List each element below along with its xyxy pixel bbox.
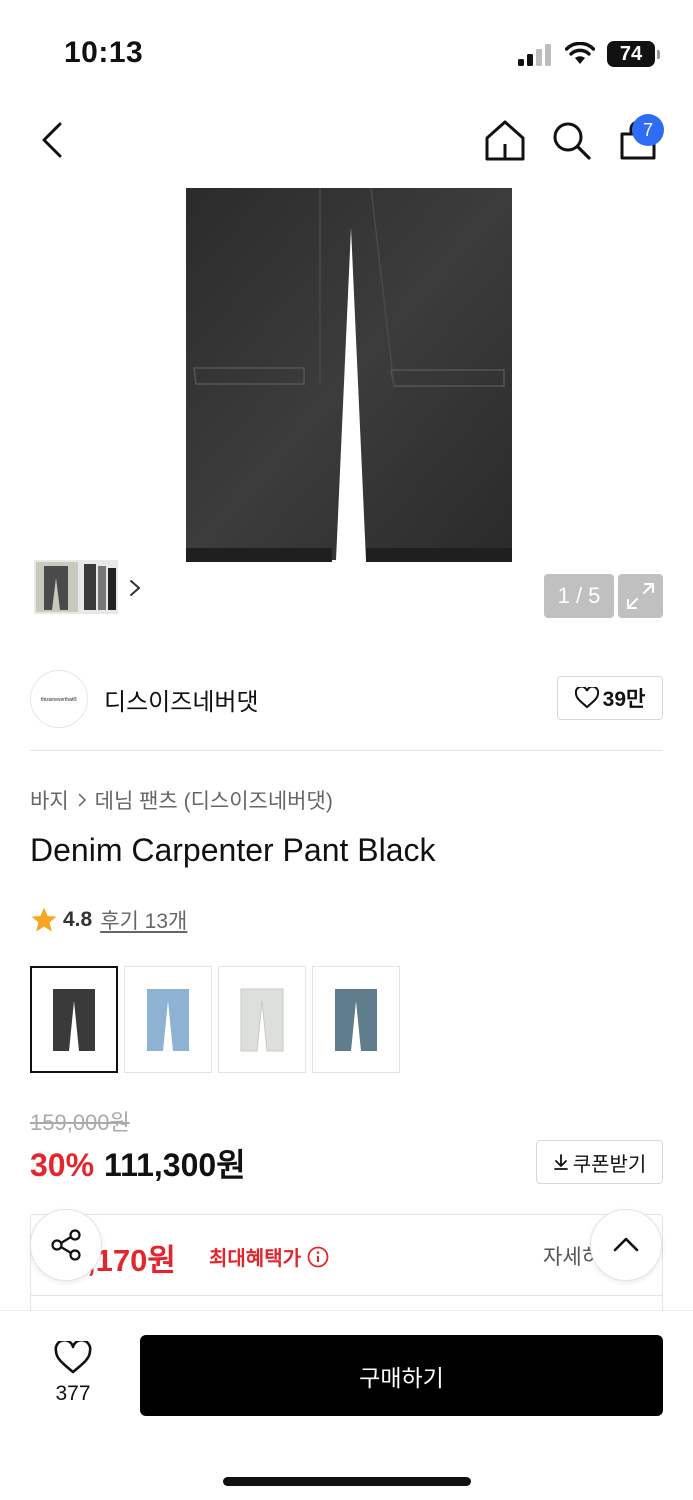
bottom-action-bar: 377 구매하기 [0, 1310, 693, 1500]
color-swatch-ecru[interactable] [218, 966, 306, 1073]
breadcrumb-category[interactable]: 바지 [30, 785, 69, 815]
max-benefit-label: 최대혜택가 [209, 1248, 301, 1270]
coupon-label: 쿠폰받기 [572, 1153, 647, 1176]
status-bar: 10:13 74 [0, 0, 693, 100]
brand-logo[interactable]: thisisneverthat® [30, 670, 88, 728]
max-benefit-label-row: 최대혜택가 [209, 1242, 329, 1271]
star-icon [31, 907, 57, 932]
divider [31, 1295, 662, 1296]
download-icon [553, 1154, 568, 1170]
expand-icon[interactable] [618, 574, 663, 618]
battery-indicator: 74 [607, 41, 660, 67]
chevron-up-icon [613, 1237, 639, 1252]
gallery-thumbnail[interactable] [34, 560, 118, 614]
search-icon[interactable] [550, 118, 592, 162]
wishlist-button[interactable]: 377 [40, 1338, 106, 1406]
product-main-image[interactable] [186, 188, 512, 568]
share-icon [51, 1229, 81, 1261]
home-icon[interactable] [484, 118, 526, 162]
scroll-top-button[interactable] [590, 1209, 662, 1281]
share-button[interactable] [30, 1209, 102, 1281]
brand-name[interactable]: 디스이즈네버댓 [104, 682, 259, 717]
chevron-right-icon[interactable] [128, 578, 142, 598]
back-icon[interactable] [36, 120, 72, 160]
sale-price: 111,300원 [104, 1147, 246, 1183]
chevron-right-icon [78, 793, 86, 807]
max-benefit-box[interactable]: ,170원 최대혜택가 자세히 [30, 1214, 663, 1314]
discount-rate: 30% [30, 1147, 95, 1183]
breadcrumb-subcategory[interactable]: 데님 팬츠 (디스이즈네버댓) [95, 785, 333, 815]
rating-row: 4.8 후기 13개 [30, 905, 187, 935]
color-swatch-dark-blue[interactable] [312, 966, 400, 1073]
wifi-icon [565, 42, 595, 64]
sale-price-row: 30% 111,300원 [30, 1140, 246, 1186]
product-title: Denim Carpenter Pant Black [30, 832, 436, 868]
brand-like-count: 39만 [602, 688, 646, 711]
buy-button[interactable]: 구매하기 [140, 1335, 663, 1416]
status-time: 10:13 [64, 36, 144, 69]
brand-like-button[interactable]: 39만 [557, 676, 663, 720]
color-swatch-light-blue[interactable] [124, 966, 212, 1073]
heart-icon [574, 687, 599, 709]
original-price: 159,000원 [30, 1110, 130, 1135]
rating-score: 4.8 [63, 908, 93, 931]
heart-icon [54, 1338, 92, 1374]
breadcrumb: 바지 데님 팬츠 (디스이즈네버댓) [30, 785, 333, 815]
coupon-button[interactable]: 쿠폰받기 [536, 1140, 663, 1184]
gallery-counter: 1 / 5 [544, 574, 614, 618]
info-icon[interactable] [307, 1246, 329, 1268]
divider [30, 750, 663, 751]
reviews-link[interactable]: 후기 13개 [100, 905, 187, 935]
home-indicator [223, 1477, 471, 1486]
cart-count-badge: 7 [632, 114, 664, 146]
color-swatch-black[interactable] [30, 966, 118, 1073]
wishlist-count: 377 [55, 1382, 91, 1405]
cellular-signal-icon [518, 44, 551, 66]
color-swatches [30, 966, 400, 1073]
